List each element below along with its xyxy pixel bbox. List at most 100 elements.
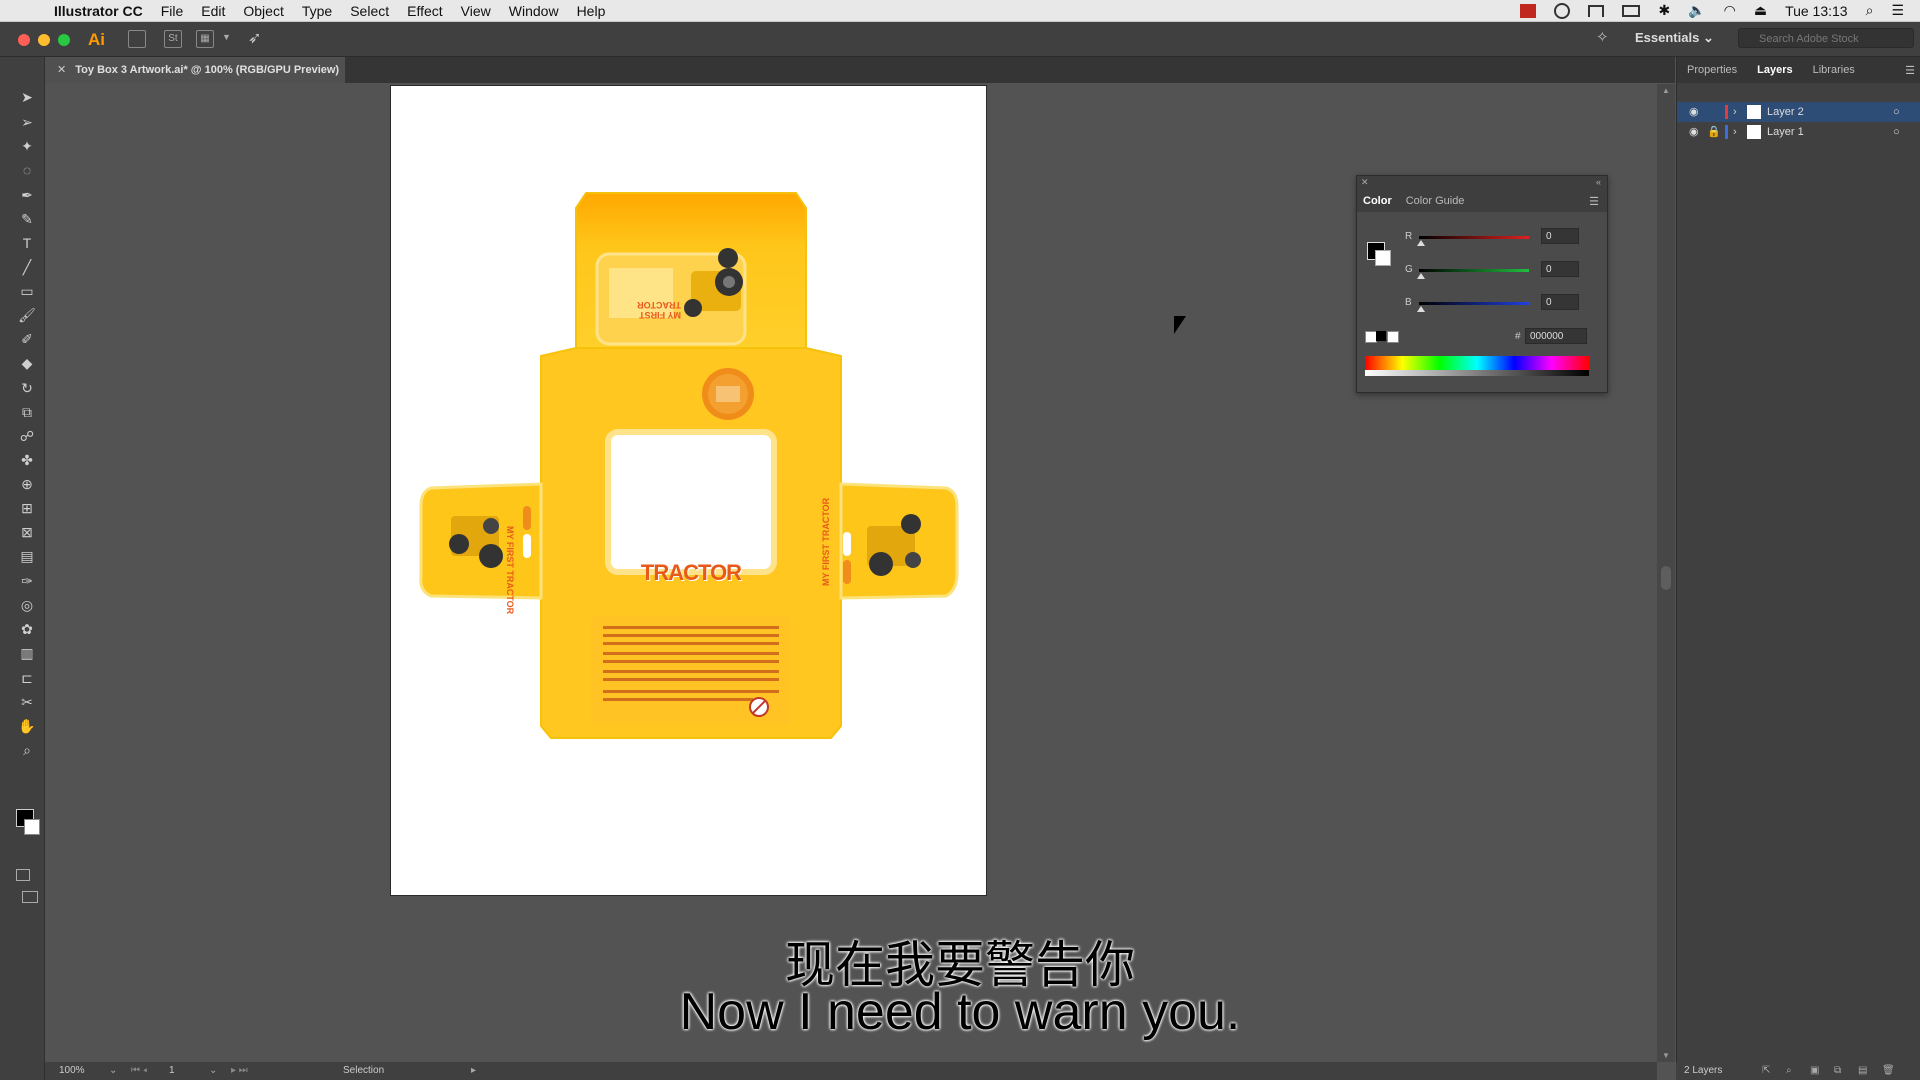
canvas-vertical-scrollbar[interactable]: ▲ ▼ xyxy=(1657,84,1675,1062)
red-value-field[interactable]: 0 xyxy=(1541,228,1579,244)
warp-tool-icon[interactable]: ☍ xyxy=(18,428,36,444)
layer-row-layer-2[interactable]: ◉ › Layer 2 ○ xyxy=(1677,102,1920,122)
hand-tool-icon[interactable]: ✋ xyxy=(18,718,36,734)
locate-object-icon[interactable]: ⌕ xyxy=(1786,1062,1792,1080)
close-tab-icon[interactable]: ✕ xyxy=(57,64,66,76)
status-menu-arrow-icon[interactable]: ▸ xyxy=(471,1062,476,1080)
tab-layers[interactable]: Layers xyxy=(1757,64,1792,76)
grayscale-ramp[interactable] xyxy=(1365,370,1589,376)
layer-row-layer-1[interactable]: ◉ 🔒 › Layer 1 ○ xyxy=(1677,122,1920,142)
shaper-tool-icon[interactable]: ✐ xyxy=(18,331,36,347)
artboard-next-icons[interactable]: ▸ ⏭ xyxy=(231,1062,248,1080)
target-circle-icon[interactable]: ○ xyxy=(1893,122,1900,142)
expand-chevron-icon[interactable]: › xyxy=(1733,122,1737,142)
artboard-dropdown-icon[interactable]: ⌄ xyxy=(209,1062,217,1080)
expand-chevron-icon[interactable]: › xyxy=(1733,102,1737,122)
arrange-documents-icon[interactable]: ▦ xyxy=(196,30,214,48)
battery-icon[interactable] xyxy=(1622,4,1641,17)
panel-menu-icon[interactable]: ☰ xyxy=(1905,64,1915,77)
layer-name[interactable]: Layer 2 xyxy=(1767,102,1804,122)
green-value-field[interactable]: 0 xyxy=(1541,261,1579,277)
blue-knob[interactable] xyxy=(1417,306,1425,312)
graph-tool-icon[interactable]: ▥ xyxy=(18,645,36,661)
search-stock-input[interactable]: Search Adobe Stock xyxy=(1738,28,1914,48)
artboard-navigation-icons[interactable]: ⏮ ◂ xyxy=(131,1062,147,1080)
bluetooth-icon[interactable]: ✱ xyxy=(1658,2,1670,19)
chevron-down-icon[interactable]: ▼ xyxy=(222,32,231,42)
layer-name[interactable]: Layer 1 xyxy=(1767,122,1804,142)
delete-layer-icon[interactable]: 🗑 xyxy=(1882,1062,1895,1080)
puppet-warp-tool-icon[interactable]: ✤ xyxy=(18,452,36,468)
zoom-tool-icon[interactable]: ⌕ xyxy=(18,742,36,758)
color-panel-titlebar[interactable]: ✕ « xyxy=(1357,176,1607,190)
creative-cloud-icon[interactable] xyxy=(1554,2,1571,19)
black-color-swatch[interactable] xyxy=(1376,331,1386,341)
green-slider[interactable]: G 0 xyxy=(1405,261,1589,281)
type-tool-icon[interactable]: T xyxy=(18,235,36,251)
workspace-switcher[interactable]: Essentials ⌄ xyxy=(1635,30,1714,46)
new-sublayer-icon[interactable]: ⧉ xyxy=(1834,1062,1841,1080)
artboard-tool-icon[interactable]: ⊏ xyxy=(18,670,36,686)
blend-tool-icon[interactable]: ◎ xyxy=(18,597,36,613)
shape-builder-tool-icon[interactable]: ⊕ xyxy=(18,476,36,492)
magic-wand-tool-icon[interactable]: ✦ xyxy=(18,138,36,154)
artboard[interactable]: TRACTOR MY FIRST TRACTOR MY FIRST TRACTO… xyxy=(391,86,986,895)
airplay-icon[interactable] xyxy=(1588,4,1605,17)
spotlight-search-icon[interactable]: ⌕ xyxy=(1866,2,1874,19)
close-window-button[interactable] xyxy=(18,34,30,46)
eject-icon[interactable]: ⏏ xyxy=(1754,2,1767,19)
scroll-down-icon[interactable]: ▼ xyxy=(1662,1051,1670,1060)
zoom-dropdown-icon[interactable]: ⌄ xyxy=(109,1062,117,1080)
menu-view[interactable]: View xyxy=(461,3,491,19)
curvature-tool-icon[interactable]: ✎ xyxy=(18,211,36,227)
line-tool-icon[interactable]: ╱ xyxy=(18,259,36,275)
zoom-window-button[interactable] xyxy=(58,34,70,46)
gpu-performance-icon[interactable]: ➶ xyxy=(248,28,261,48)
target-circle-icon[interactable]: ○ xyxy=(1893,102,1900,122)
symbol-sprayer-tool-icon[interactable]: ✿ xyxy=(18,621,36,637)
scroll-up-icon[interactable]: ▲ xyxy=(1662,86,1670,95)
notification-center-icon[interactable]: ☰ xyxy=(1891,2,1904,19)
menu-edit[interactable]: Edit xyxy=(201,3,225,19)
menu-help[interactable]: Help xyxy=(577,3,606,19)
artboard-number-field[interactable]: 1 xyxy=(169,1062,175,1080)
visibility-eye-icon[interactable]: ◉ xyxy=(1689,102,1699,122)
menubar-clock[interactable]: Tue 13:13 xyxy=(1785,3,1848,19)
menu-object[interactable]: Object xyxy=(243,3,283,19)
tab-libraries[interactable]: Libraries xyxy=(1813,64,1855,76)
export-icon[interactable]: ⇱ xyxy=(1762,1062,1770,1080)
red-knob[interactable] xyxy=(1417,240,1425,246)
status-app-icon[interactable] xyxy=(1520,3,1537,18)
screen-mode-icon[interactable] xyxy=(22,891,38,903)
direct-selection-tool-icon[interactable]: ➢ xyxy=(18,114,36,130)
eyedropper-tool-icon[interactable]: ✑ xyxy=(18,573,36,589)
stock-icon[interactable]: St xyxy=(164,30,182,48)
perspective-grid-tool-icon[interactable]: ⊞ xyxy=(18,500,36,516)
rotate-tool-icon[interactable]: ↻ xyxy=(18,380,36,396)
wifi-icon[interactable]: ◠ xyxy=(1724,2,1736,19)
tab-color[interactable]: Color xyxy=(1363,195,1392,207)
white-color-swatch[interactable] xyxy=(1387,331,1399,343)
zoom-level-field[interactable]: 100% xyxy=(59,1062,85,1080)
menu-select[interactable]: Select xyxy=(350,3,389,19)
visibility-eye-icon[interactable]: ◉ xyxy=(1689,122,1699,142)
scale-tool-icon[interactable]: ⧉ xyxy=(18,404,36,420)
document-tab[interactable]: ✕ Toy Box 3 Artwork.ai* @ 100% (RGB/GPU … xyxy=(45,57,345,83)
blue-slider[interactable]: B 0 xyxy=(1405,294,1589,314)
lightbulb-icon[interactable]: ✧ xyxy=(1596,28,1609,46)
blue-value-field[interactable]: 0 xyxy=(1541,294,1579,310)
app-name-menu[interactable]: Illustrator CC xyxy=(54,3,143,19)
hex-value-field[interactable]: 000000 xyxy=(1525,328,1587,344)
close-panel-icon[interactable]: ✕ xyxy=(1361,177,1369,188)
fill-stroke-stroke-swatch[interactable] xyxy=(1375,250,1391,266)
current-tool-label[interactable]: Selection xyxy=(343,1062,384,1080)
tab-properties[interactable]: Properties xyxy=(1687,64,1737,76)
panel-menu-icon[interactable]: ☰ xyxy=(1589,195,1599,208)
pen-tool-icon[interactable]: ✒ xyxy=(18,187,36,203)
stroke-swatch[interactable] xyxy=(24,819,40,835)
menu-window[interactable]: Window xyxy=(509,3,559,19)
volume-icon[interactable]: 🔈 xyxy=(1688,2,1705,19)
scroll-thumb[interactable] xyxy=(1661,566,1671,590)
gradient-tool-icon[interactable]: ▤ xyxy=(18,548,36,564)
selection-tool-icon[interactable]: ➤ xyxy=(18,89,36,105)
